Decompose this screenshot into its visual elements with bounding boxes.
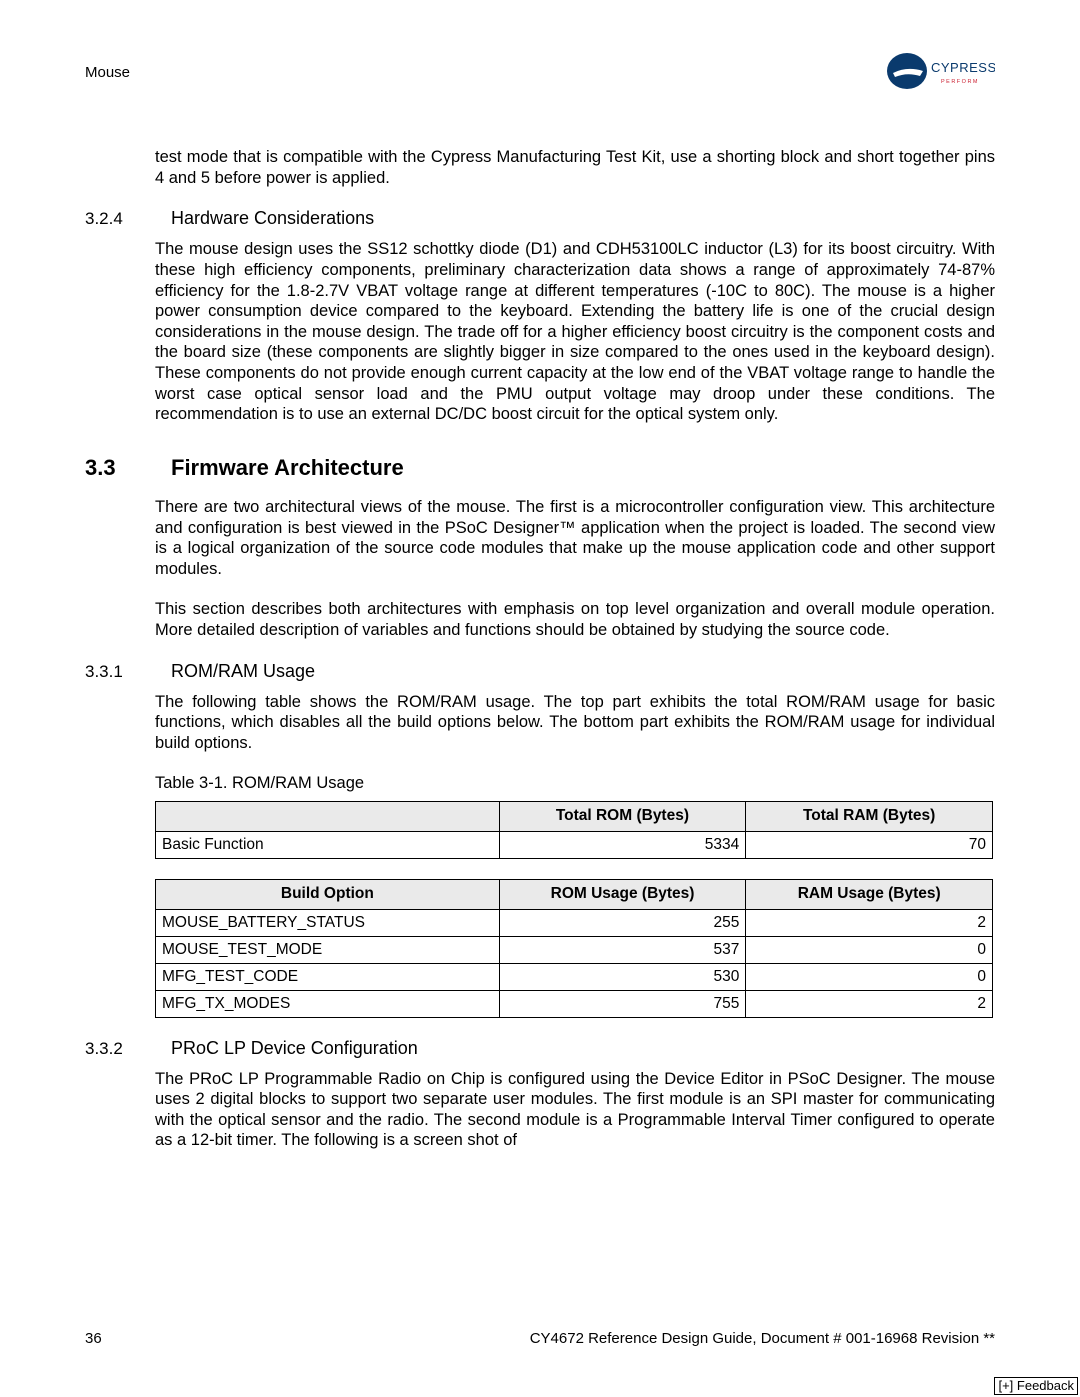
- section-3-3-p1: There are two architectural views of the…: [155, 497, 995, 580]
- document-id: CY4672 Reference Design Guide, Document …: [530, 1330, 995, 1347]
- table-cell-name: Basic Function: [156, 831, 500, 858]
- table-cell-ram: 0: [746, 936, 993, 963]
- page-footer: 36 CY4672 Reference Design Guide, Docume…: [85, 1330, 995, 1347]
- section-title: PRoC LP Device Configuration: [171, 1038, 418, 1059]
- section-number: 3.3.2: [85, 1039, 137, 1059]
- table-header-blank: [156, 801, 500, 831]
- table-row: MFG_TEST_CODE 530 0: [156, 963, 993, 990]
- table-header-ram: RAM Usage (Bytes): [746, 879, 993, 909]
- table-header-ram: Total RAM (Bytes): [746, 801, 993, 831]
- section-3-3-p2: This section describes both architecture…: [155, 599, 995, 640]
- table-cell-name: MFG_TX_MODES: [156, 990, 500, 1017]
- table-cell-name: MOUSE_TEST_MODE: [156, 936, 500, 963]
- section-3-3-2-body: The PRoC LP Programmable Radio on Chip i…: [155, 1069, 995, 1152]
- table-cell-ram: 0: [746, 963, 993, 990]
- section-number: 3.3.1: [85, 662, 137, 682]
- feedback-button[interactable]: [+] Feedback: [994, 1377, 1078, 1395]
- table-cell-rom: 530: [499, 963, 746, 990]
- table-header-rom: ROM Usage (Bytes): [499, 879, 746, 909]
- table-cell-rom: 5334: [499, 831, 746, 858]
- section-title: ROM/RAM Usage: [171, 661, 315, 682]
- section-number: 3.2.4: [85, 209, 137, 229]
- table-caption: Table 3-1. ROM/RAM Usage: [155, 774, 995, 793]
- page-header: Mouse CYPRESS PERFORM: [85, 50, 995, 92]
- table-header-row: Build Option ROM Usage (Bytes) RAM Usage…: [156, 879, 993, 909]
- table-cell-ram: 2: [746, 909, 993, 936]
- table-header-build: Build Option: [156, 879, 500, 909]
- cypress-logo: CYPRESS PERFORM: [885, 50, 995, 92]
- continuation-paragraph: test mode that is compatible with the Cy…: [155, 147, 995, 188]
- section-3-3-2-heading: 3.3.2 PRoC LP Device Configuration: [85, 1038, 995, 1059]
- table-row: MFG_TX_MODES 755 2: [156, 990, 993, 1017]
- chapter-name: Mouse: [85, 64, 130, 81]
- table-cell-rom: 755: [499, 990, 746, 1017]
- section-title: Hardware Considerations: [171, 208, 374, 229]
- table-header-rom: Total ROM (Bytes): [499, 801, 746, 831]
- table-cell-ram: 70: [746, 831, 993, 858]
- section-3-3-1-heading: 3.3.1 ROM/RAM Usage: [85, 661, 995, 682]
- rom-ram-basic-table: Total ROM (Bytes) Total RAM (Bytes) Basi…: [155, 801, 993, 859]
- table-row: MOUSE_TEST_MODE 537 0: [156, 936, 993, 963]
- table-cell-name: MFG_TEST_CODE: [156, 963, 500, 990]
- section-3-3-1-body: The following table shows the ROM/RAM us…: [155, 692, 995, 754]
- table-cell-rom: 537: [499, 936, 746, 963]
- table-header-row: Total ROM (Bytes) Total RAM (Bytes): [156, 801, 993, 831]
- table-cell-name: MOUSE_BATTERY_STATUS: [156, 909, 500, 936]
- table-cell-ram: 2: [746, 990, 993, 1017]
- table-row: MOUSE_BATTERY_STATUS 255 2: [156, 909, 993, 936]
- table-row: Basic Function 5334 70: [156, 831, 993, 858]
- rom-ram-options-table: Build Option ROM Usage (Bytes) RAM Usage…: [155, 879, 993, 1018]
- page-number: 36: [85, 1330, 102, 1347]
- table-cell-rom: 255: [499, 909, 746, 936]
- section-3-2-4-heading: 3.2.4 Hardware Considerations: [85, 208, 995, 229]
- section-3-3-heading: 3.3 Firmware Architecture: [85, 455, 995, 481]
- section-3-2-4-body: The mouse design uses the SS12 schottky …: [155, 239, 995, 425]
- section-title: Firmware Architecture: [171, 455, 404, 481]
- svg-text:PERFORM: PERFORM: [941, 79, 979, 85]
- svg-text:CYPRESS: CYPRESS: [931, 60, 995, 75]
- section-number: 3.3: [85, 455, 137, 481]
